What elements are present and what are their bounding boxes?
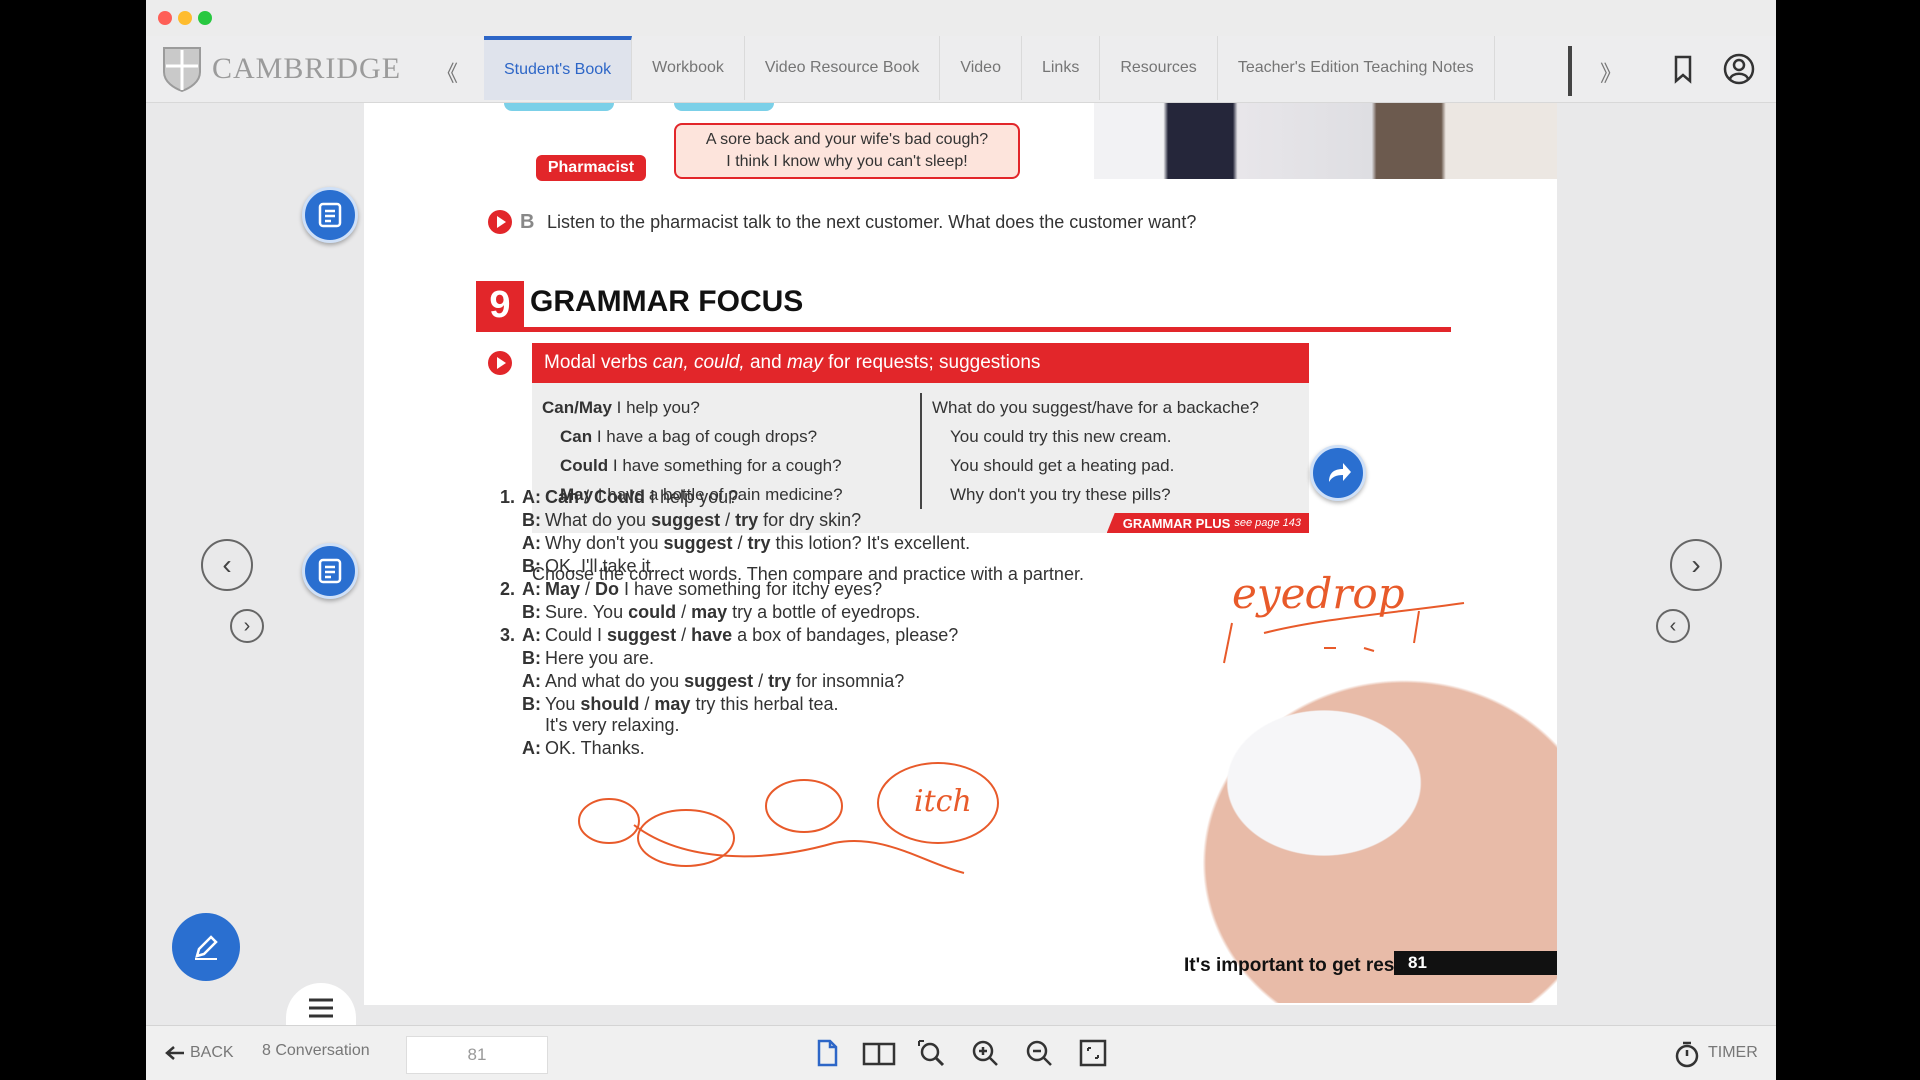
tab-bar: Student's Book Workbook Video Resource Boo…	[484, 36, 1495, 102]
account-icon[interactable]	[1722, 52, 1756, 86]
share-button[interactable]	[1310, 445, 1366, 501]
tab-student-s-book[interactable]: Student's Book	[484, 36, 633, 100]
search-page-icon[interactable]	[916, 1038, 946, 1068]
back-arrow-icon[interactable]	[164, 1044, 186, 1062]
close-window-button[interactable]	[158, 11, 172, 25]
next-spread-button[interactable]: ‹	[1656, 609, 1690, 643]
zoom-in-icon[interactable]	[970, 1038, 1000, 1068]
top-navigation: CAMBRIDGE 《 Student's Book Workbook Video …	[146, 36, 1776, 103]
double-page-icon[interactable]	[862, 1038, 896, 1068]
app-window: CAMBRIDGE 《 Student's Book Workbook Video …	[146, 0, 1776, 1080]
note-icon	[318, 202, 342, 228]
note-icon	[318, 558, 342, 584]
tab-video-resource-book[interactable]: Video Resource Book	[745, 36, 941, 100]
previous-spread-button[interactable]: ›	[230, 609, 264, 643]
fit-page-icon[interactable]	[1078, 1038, 1108, 1068]
single-page-icon[interactable]	[812, 1038, 842, 1068]
bottom-toolbar: BACK 8 Conversation 81 TIMER	[146, 1025, 1776, 1080]
handwritten-annotation: eyedrop itch	[578, 569, 1465, 874]
tab-separator	[1568, 46, 1572, 96]
previous-page-button[interactable]: ‹	[201, 539, 253, 591]
brand-name: CAMBRIDGE	[212, 52, 402, 85]
annotation-eyedrop: eyedrop	[1232, 569, 1405, 618]
book-page: Pharmacist A sore back and your wife's b…	[364, 103, 1557, 1005]
tab-links[interactable]: Links	[1022, 36, 1101, 100]
zoom-window-button[interactable]	[198, 11, 212, 25]
notes-button-2[interactable]	[302, 543, 358, 599]
shield-icon	[163, 47, 201, 92]
page-footer-text: It's important to get rest.	[1184, 955, 1406, 976]
unit-label: 8 Conversation	[262, 1042, 370, 1059]
tab-teacher-s-edition-teaching-notes[interactable]: Teacher's Edition Teaching Notes	[1218, 36, 1495, 100]
annotation-itch: itch	[914, 784, 972, 819]
share-arrow-icon	[1329, 463, 1351, 482]
next-page-button[interactable]: ›	[1670, 539, 1722, 591]
timer-button[interactable]: TIMER	[1708, 1044, 1758, 1062]
notes-button-1[interactable]	[302, 187, 358, 243]
cambridge-logo: CAMBRIDGE	[162, 46, 401, 92]
tab-workbook[interactable]: Workbook	[632, 36, 745, 100]
timer-icon[interactable]	[1674, 1040, 1700, 1068]
tab-video[interactable]: Video	[940, 36, 1022, 100]
tabs-scroll-right-button[interactable]: 》	[1600, 56, 1622, 88]
bookmark-icon[interactable]	[1666, 52, 1700, 86]
title-bar	[146, 0, 1776, 36]
tab-resources[interactable]: Resources	[1100, 36, 1218, 100]
back-button[interactable]: BACK	[190, 1044, 234, 1062]
page-number-input[interactable]: 81	[406, 1036, 548, 1074]
hamburger-icon	[309, 998, 333, 1018]
book-viewer: ‹ › › ‹ Pharmacist A sore back and your …	[146, 103, 1776, 1033]
page-number: 81	[1394, 951, 1557, 975]
zoom-out-icon[interactable]	[1024, 1038, 1054, 1068]
pen-icon	[195, 935, 218, 960]
annotation-pen-button[interactable]	[172, 913, 240, 981]
minimize-window-button[interactable]	[178, 11, 192, 25]
tabs-scroll-left-button[interactable]: 《	[436, 56, 458, 88]
